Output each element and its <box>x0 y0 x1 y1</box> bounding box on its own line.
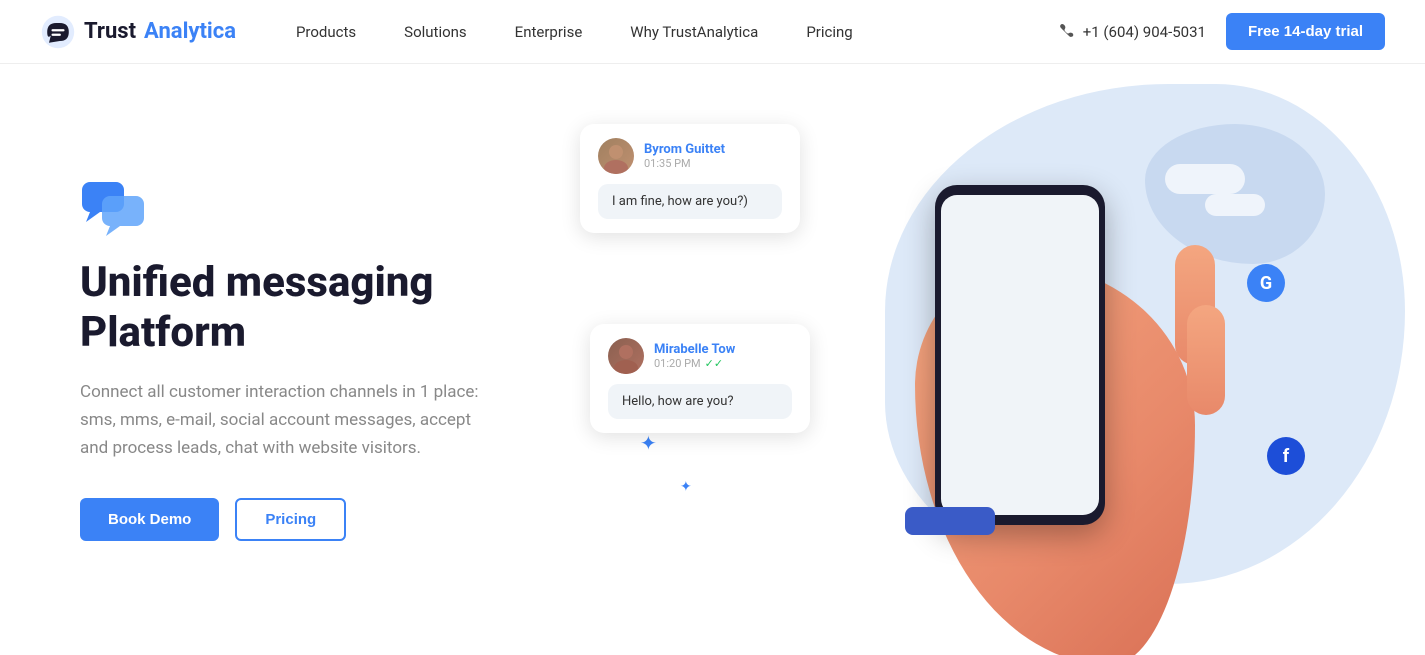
chat-card-1: Byrom Guittet 01:35 PM I am fine, how ar… <box>580 124 800 233</box>
phone-screen <box>941 195 1099 515</box>
chat-info-2: Mirabelle Tow 01:20 PM ✓✓ <box>654 342 735 370</box>
pricing-button[interactable]: Pricing <box>235 498 346 541</box>
phone-container <box>885 145 1225 655</box>
sparkle-icon-2: ✦ <box>680 479 692 495</box>
chat-bubbles-icon <box>80 178 150 236</box>
nav-right: +1 (604) 904-5031 Free 14-day trial <box>1059 13 1385 50</box>
navbar: Trust Analytica Products Solutions Enterp… <box>0 0 1425 64</box>
finger-2 <box>1187 305 1225 415</box>
chat-header-2: Mirabelle Tow 01:20 PM ✓✓ <box>608 338 792 374</box>
bracelet <box>905 507 995 535</box>
nav-products[interactable]: Products <box>296 23 356 41</box>
hero-title: Unified messaging Platform <box>80 258 560 359</box>
check-icon: ✓✓ <box>705 357 723 370</box>
chat-name-1: Byrom Guittet <box>644 142 725 157</box>
book-demo-button[interactable]: Book Demo <box>80 498 219 541</box>
trial-button[interactable]: Free 14-day trial <box>1226 13 1385 50</box>
nav-why[interactable]: Why TrustAnalytica <box>630 23 758 41</box>
hero-buttons: Book Demo Pricing <box>80 498 560 541</box>
nav-pricing[interactable]: Pricing <box>806 23 852 41</box>
chat-icon-wrap <box>80 178 560 240</box>
phone-icon <box>1059 22 1075 42</box>
phone-number: +1 (604) 904-5031 <box>1083 23 1206 41</box>
nav-solutions[interactable]: Solutions <box>404 23 467 41</box>
google-badge: G <box>1247 264 1285 302</box>
facebook-badge: f <box>1267 437 1305 475</box>
chat-name-2: Mirabelle Tow <box>654 342 735 357</box>
logo[interactable]: Trust Analytica <box>40 14 236 50</box>
phone-wrap: +1 (604) 904-5031 <box>1059 22 1206 42</box>
hero-section: Unified messaging Platform Connect all c… <box>0 64 1425 655</box>
sparkle-icon-1: ✦ <box>640 431 657 455</box>
avatar-byrom <box>598 138 634 174</box>
chat-header-1: Byrom Guittet 01:35 PM <box>598 138 782 174</box>
avatar-mirabelle <box>608 338 644 374</box>
chat-time-2: 01:20 PM ✓✓ <box>654 357 735 370</box>
logo-trust: Trust <box>84 19 136 44</box>
nav-links: Products Solutions Enterprise Why TrustA… <box>296 23 1059 41</box>
logo-icon <box>40 14 76 50</box>
hero-left: Unified messaging Platform Connect all c… <box>80 178 600 542</box>
nav-enterprise[interactable]: Enterprise <box>515 23 583 41</box>
chat-time-1: 01:35 PM <box>644 157 725 170</box>
hero-subtitle: Connect all customer interaction channel… <box>80 378 480 462</box>
hero-right: ✦ ✦ Byrom Guittet 01:35 PM I am fine, ho… <box>600 64 1345 655</box>
logo-analytica: Analytica <box>144 19 236 44</box>
chat-bubble-1: I am fine, how are you?) <box>598 184 782 219</box>
phone-body <box>935 185 1105 525</box>
chat-card-2: Mirabelle Tow 01:20 PM ✓✓ Hello, how are… <box>590 324 810 433</box>
chat-bubble-2: Hello, how are you? <box>608 384 792 419</box>
chat-info-1: Byrom Guittet 01:35 PM <box>644 142 725 170</box>
